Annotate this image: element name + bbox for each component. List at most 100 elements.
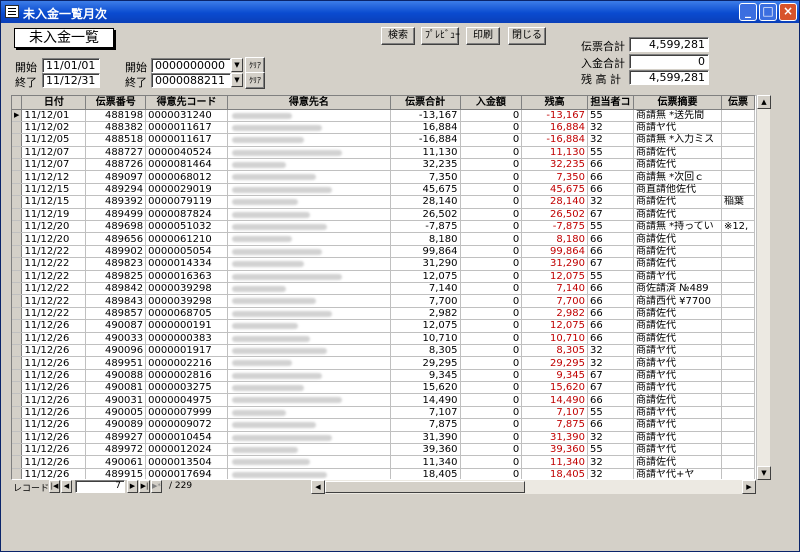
row-selector[interactable] <box>12 146 23 160</box>
cell-paid-amount[interactable]: 0 <box>460 170 523 184</box>
cell-balance[interactable]: 8,180 <box>521 232 589 246</box>
cell-staff-code[interactable]: 55 <box>587 270 634 283</box>
cell-customer-code[interactable]: 0000039298 <box>145 282 228 296</box>
cell-slip-memo[interactable]: 商請無 *次回ｃ <box>633 170 722 184</box>
cell-staff-code[interactable]: 32 <box>587 195 634 209</box>
search-button[interactable]: 検索 <box>381 27 415 45</box>
cell-date[interactable]: 11/12/19 <box>21 208 87 222</box>
cell-staff-code[interactable]: 66 <box>587 319 634 333</box>
cell-staff-code[interactable]: 66 <box>587 158 634 172</box>
cell-staff-code[interactable]: 66 <box>587 393 634 407</box>
clear-end-button[interactable]: ｸﾘｱ <box>245 72 265 89</box>
cell-slip-total[interactable]: 2,982 <box>390 307 461 321</box>
cell-slip-memo[interactable]: 商請無 *持ってい <box>633 220 722 234</box>
cell-paid-amount[interactable]: 0 <box>460 455 523 469</box>
cell-slip-number[interactable]: 489951 <box>85 356 147 370</box>
row-selector[interactable] <box>12 468 23 479</box>
cell-date[interactable]: 11/12/26 <box>21 468 87 479</box>
cell-slip-total[interactable]: 99,864 <box>390 245 461 259</box>
cell-paid-amount[interactable]: 0 <box>460 232 523 246</box>
cell-balance[interactable]: 7,107 <box>521 406 589 420</box>
cell-slip-extra[interactable] <box>721 418 755 432</box>
cell-paid-amount[interactable]: 0 <box>460 344 523 358</box>
cell-slip-total[interactable]: 26,502 <box>390 208 461 222</box>
cell-date[interactable]: 11/12/07 <box>21 146 87 160</box>
cell-slip-extra[interactable] <box>721 344 755 358</box>
cell-slip-number[interactable]: 489097 <box>85 170 147 184</box>
cell-slip-memo[interactable]: 商請無 *送先間 <box>633 109 722 122</box>
table-row[interactable]: 11/12/07 488727 0000040524 11,130 0 11,130 55 商… <box>12 146 755 160</box>
cell-customer-name[interactable] <box>227 332 391 345</box>
cell-slip-extra[interactable] <box>721 406 755 420</box>
cell-balance[interactable]: 39,360 <box>521 443 589 457</box>
cell-slip-number[interactable]: 490031 <box>85 393 147 407</box>
cell-customer-name[interactable] <box>227 468 391 479</box>
cell-paid-amount[interactable]: 0 <box>460 418 523 432</box>
cell-customer-name[interactable] <box>227 220 391 234</box>
cell-slip-extra[interactable] <box>721 282 755 296</box>
cell-customer-name[interactable] <box>227 183 391 197</box>
code-end-combo[interactable]: 0000088211 <box>151 73 231 88</box>
cell-staff-code[interactable]: 55 <box>587 109 634 122</box>
cell-customer-code[interactable]: 0000014334 <box>145 257 228 271</box>
cell-slip-memo[interactable]: 商請佐代 <box>633 393 722 407</box>
cell-slip-extra[interactable] <box>721 208 755 222</box>
cell-slip-extra[interactable] <box>721 158 755 172</box>
cell-customer-code[interactable]: 0000029019 <box>145 183 228 197</box>
cell-slip-number[interactable]: 489857 <box>85 307 147 321</box>
cell-customer-name[interactable] <box>227 257 391 271</box>
cell-slip-memo[interactable]: 商請佐代 <box>633 208 722 222</box>
cell-customer-code[interactable]: 0000000383 <box>145 332 228 345</box>
cell-date[interactable]: 11/12/26 <box>21 344 87 358</box>
row-selector[interactable] <box>12 282 23 296</box>
cell-slip-extra[interactable] <box>721 270 755 283</box>
cell-date[interactable]: 11/12/26 <box>21 431 87 445</box>
cell-customer-code[interactable]: 0000002216 <box>145 356 228 370</box>
cell-date[interactable]: 11/12/26 <box>21 381 87 395</box>
cell-slip-number[interactable]: 490088 <box>85 369 147 383</box>
scroll-left-icon[interactable]: ◀ <box>311 480 325 494</box>
cell-slip-memo[interactable]: 商請ヤ代+ヤ <box>633 468 722 479</box>
col-date[interactable]: 日付 <box>21 96 87 110</box>
cell-paid-amount[interactable]: 0 <box>460 381 523 395</box>
cell-customer-name[interactable] <box>227 232 391 246</box>
row-selector[interactable] <box>12 406 23 420</box>
cell-balance[interactable]: 31,390 <box>521 431 589 445</box>
cell-paid-amount[interactable]: 0 <box>460 195 523 209</box>
row-selector[interactable] <box>12 418 23 432</box>
cell-customer-code[interactable]: 0000012024 <box>145 443 228 457</box>
cell-staff-code[interactable]: 67 <box>587 257 634 271</box>
cell-balance[interactable]: 8,305 <box>521 344 589 358</box>
cell-slip-memo[interactable]: 商請ヤ代 <box>633 121 722 135</box>
table-row[interactable]: 11/12/22 489823 0000014334 31,290 0 31,290 67 商… <box>12 257 755 271</box>
cell-customer-name[interactable] <box>227 393 391 407</box>
col-slip-extra[interactable]: 伝票 <box>721 96 755 110</box>
cell-date[interactable]: 11/12/26 <box>21 332 87 345</box>
cell-customer-name[interactable] <box>227 381 391 395</box>
cell-paid-amount[interactable]: 0 <box>460 406 523 420</box>
cell-staff-code[interactable]: 32 <box>587 121 634 135</box>
cell-slip-extra[interactable] <box>721 431 755 445</box>
cell-paid-amount[interactable]: 0 <box>460 220 523 234</box>
current-row-icon[interactable]: ▶ <box>12 109 23 122</box>
cell-paid-amount[interactable]: 0 <box>460 208 523 222</box>
date-end-input[interactable]: 11/12/31 <box>42 73 100 88</box>
cell-slip-number[interactable]: 488518 <box>85 133 147 147</box>
cell-customer-code[interactable]: 0000017694 <box>145 468 228 479</box>
cell-slip-number[interactable]: 490089 <box>85 418 147 432</box>
cell-slip-extra[interactable] <box>721 109 755 122</box>
table-row[interactable]: 11/12/02 488382 0000011617 16,884 0 16,884 32 商… <box>12 121 755 135</box>
cell-slip-extra[interactable] <box>721 133 755 147</box>
cell-paid-amount[interactable]: 0 <box>460 257 523 271</box>
cell-staff-code[interactable]: 32 <box>587 468 634 479</box>
cell-date[interactable]: 11/12/26 <box>21 356 87 370</box>
cell-slip-memo[interactable]: 商請佐代 <box>633 195 722 209</box>
cell-slip-number[interactable]: 488726 <box>85 158 147 172</box>
cell-slip-number[interactable]: 490033 <box>85 332 147 345</box>
cell-paid-amount[interactable]: 0 <box>460 146 523 160</box>
cell-customer-code[interactable]: 0000011617 <box>145 121 228 135</box>
cell-slip-memo[interactable]: 商請佐代 <box>633 307 722 321</box>
cell-slip-extra[interactable] <box>721 183 755 197</box>
cell-slip-memo[interactable]: 商請佐代 <box>633 158 722 172</box>
cell-date[interactable]: 11/12/22 <box>21 282 87 296</box>
